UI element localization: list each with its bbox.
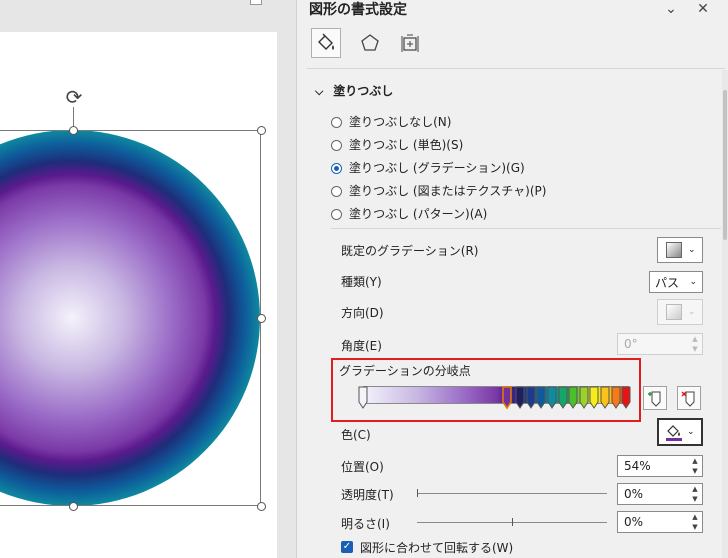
close-icon[interactable]: ✕ [695,0,711,18]
remove-stop-icon [681,391,695,407]
transparency-spinner[interactable]: 0% ▲ ▼ [617,483,703,505]
spin-arrows-icon[interactable]: ▲ ▼ [690,456,700,476]
color-picker-button[interactable]: ⌄ [657,418,703,446]
rotate-with-shape-label: 図形に合わせて回転する(W) [360,541,514,555]
rotate-handle-icon[interactable]: ⟳ [63,86,85,108]
fill-option-picture[interactable]: 塗りつぶし (図またはテクスチャ)(P) [331,183,546,199]
preset-gradient-label: 既定のグラデーション(R) [341,244,479,258]
direction-dropdown[interactable]: ⌄ [657,299,703,325]
angle-spinner[interactable]: 0° ▲ ▼ [617,333,703,355]
spin-arrows-icon[interactable]: ▲ ▼ [690,484,700,504]
chevron-down-icon: ⌄ [689,277,697,287]
fill-option-solid[interactable]: 塗りつぶし (単色)(S) [331,137,463,153]
gradient-stop-9[interactable] [579,386,589,410]
gradient-stop-6[interactable] [547,386,557,410]
spin-arrows-icon[interactable]: ▲ ▼ [690,334,700,354]
size-properties-tab[interactable] [395,28,425,58]
preset-gradient-dropdown[interactable]: ⌄ [657,237,703,263]
gradient-stop-4[interactable] [526,386,536,410]
section-chevron-icon: ⌵ [315,85,324,98]
spin-arrows-icon[interactable]: ▲ ▼ [690,512,700,532]
format-shape-pane: 図形の書式設定 ⌄ ✕ ⌵ 塗りつぶし 塗りつぶしなし(N) 塗りつぶし (単色… [296,0,728,558]
position-spinner[interactable]: 54% ▲ ▼ [617,455,703,477]
gradient-stop-13[interactable] [621,386,631,410]
gradient-stop-11[interactable] [600,386,610,410]
brightness-spinner[interactable]: 0% ▲ ▼ [617,511,703,533]
brightness-slider-thumb[interactable] [512,518,513,526]
gradient-stop-1[interactable] [358,386,368,410]
angle-value: 0° [624,337,638,351]
gradient-stop-7[interactable] [558,386,567,410]
resize-handle-right[interactable] [257,314,266,323]
radio-solid[interactable] [331,139,342,151]
gradient-swatch-icon [666,242,682,258]
radio-pattern[interactable] [331,208,342,220]
tab-divider [307,68,725,69]
gradient-stop-2[interactable] [501,386,512,410]
pentagon-icon [361,34,379,51]
rotate-with-shape-checkbox[interactable]: ✓ [341,541,353,553]
transparency-slider-thumb[interactable] [417,489,418,497]
radio-gradient[interactable] [331,162,342,174]
resize-handle-top[interactable] [69,126,78,135]
selection-frame [0,130,261,506]
fill-section-header[interactable]: ⌵ 塗りつぶし [315,82,393,101]
gradient-stop-8[interactable] [568,386,578,410]
fill-option-picture-label: 塗りつぶし (図またはテクスチャ)(P) [349,184,547,198]
effects-tab[interactable] [355,28,385,58]
chevron-down-icon: ⌄ [688,245,696,255]
radio-none[interactable] [331,116,342,128]
type-label: 種類(Y) [341,275,382,289]
gradient-stop-5[interactable] [536,386,546,410]
fill-color-icon [666,425,682,441]
fill-line-tab[interactable] [311,28,341,58]
fill-section-label: 塗りつぶし [333,84,394,98]
divider [331,228,721,229]
type-dropdown[interactable]: パス ⌄ [649,271,703,293]
add-stop-button[interactable] [643,386,667,410]
add-stop-icon [648,391,661,407]
size-properties-icon [401,34,419,52]
transparency-slider[interactable] [417,493,607,494]
radio-picture[interactable] [331,185,342,197]
fill-option-gradient-label: 塗りつぶし (グラデーション)(G) [349,161,525,175]
gradient-stop-12[interactable] [611,386,621,410]
angle-label: 角度(E) [341,339,382,353]
remove-stop-button[interactable] [677,386,701,410]
chevron-down-icon: ⌄ [687,427,695,437]
resize-handle-bottom[interactable] [69,502,78,511]
chevron-down-icon: ⌄ [688,307,696,317]
fill-option-gradient[interactable]: 塗りつぶし (グラデーション)(G) [331,160,525,176]
type-value: パス [655,275,680,290]
paint-bucket-icon [318,33,334,50]
pane-scrollbar-thumb[interactable] [723,90,727,240]
direction-label: 方向(D) [341,306,384,320]
gradient-stops-label: グラデーションの分岐点 [339,364,471,378]
brightness-label: 明るさ(I) [341,517,390,531]
fill-option-none[interactable]: 塗りつぶしなし(N) [331,114,451,130]
slide-canvas: ⟳ [0,0,296,558]
position-value: 54% [624,459,651,473]
fill-option-pattern-label: 塗りつぶし (パターン)(A) [349,207,488,221]
chevron-down-icon[interactable]: ⌄ [663,0,679,18]
direction-swatch-icon [666,304,682,320]
resize-handle-top-right[interactable] [257,126,266,135]
pane-title: 図形の書式設定 [309,2,407,18]
brightness-value: 0% [624,515,644,529]
fill-option-solid-label: 塗りつぶし (単色)(S) [349,138,464,152]
fill-option-none-label: 塗りつぶしなし(N) [349,115,452,129]
color-label: 色(C) [341,428,371,442]
gradient-stop-10[interactable] [589,386,599,410]
position-label: 位置(O) [341,460,384,474]
gradient-stop-3[interactable] [515,386,525,410]
scroll-box [250,0,262,5]
fill-option-pattern[interactable]: 塗りつぶし (パターン)(A) [331,206,487,222]
resize-handle-bottom-right[interactable] [257,502,266,511]
transparency-label: 透明度(T) [341,488,394,502]
transparency-value: 0% [624,487,644,501]
